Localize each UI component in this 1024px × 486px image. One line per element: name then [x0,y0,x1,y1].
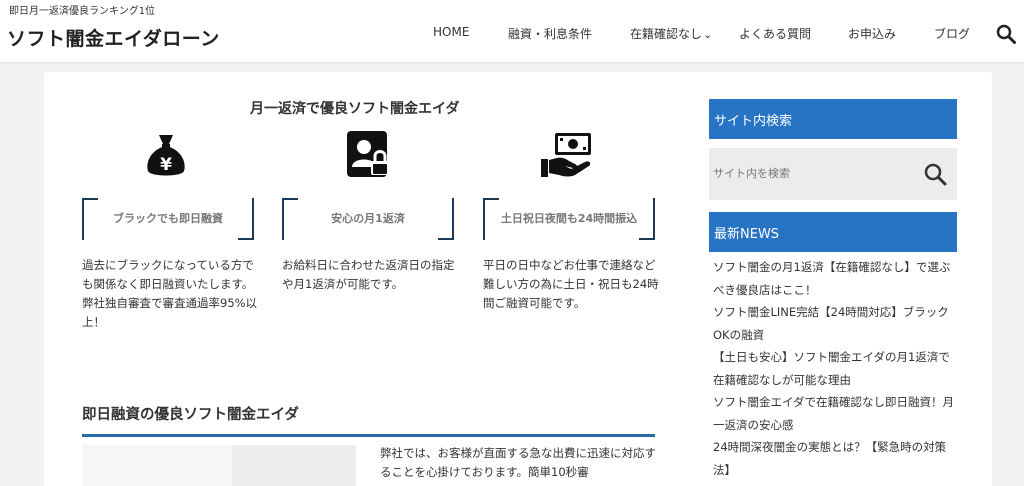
svg-text:¥: ¥ [160,155,172,175]
news-item[interactable]: ソフト闇金の月1返済【在籍確認なし】で選ぶべき優良店はここ！ [713,256,958,301]
sidebar-search-title: サイト内検索 [709,99,957,139]
feature-title-2: 安心の月1返済 [331,212,405,225]
section2-title: 即日融資の優良ソフト闇金エイダ [82,407,299,423]
feature-desc-3: 平日の日中などお仕事で連絡など難しい方の為に土日・祝日も24時間ご融資可能です。 [483,258,659,310]
feature-desc-2: お給料日に合わせた返済日の指定や月1返済が可能です。 [282,258,455,291]
news-list: ソフト闇金の月1返済【在籍確認なし】で選ぶべき優良店はここ！ ソフト闇金LINE… [713,256,958,481]
section2-image [82,445,356,486]
feature-box-2: 安心の月1返済 [282,198,454,240]
site-tagline: 即日月一返済優良ランキング1位 [9,6,156,17]
news-item[interactable]: 24時間深夜闇金の実態とは？【緊急時の対策法】 [713,436,958,481]
nav-loan-terms[interactable]: 融資・利息条件 [508,25,592,42]
search-icon[interactable] [996,24,1016,44]
feature-desc-1: 過去にブラックになっている方でも関係なく即日融資いたします。弊社独自審査で審査通… [82,258,258,329]
feature-title-1: ブラックでも即日融資 [113,212,223,225]
search-icon[interactable] [923,162,947,186]
news-item[interactable]: 【土日も安心】ソフト闇金エイダの月1返済で在籍確認なしが可能な理由 [713,346,958,391]
hand-money-icon [541,131,591,179]
nav-apply[interactable]: お申込み [848,25,896,42]
section2-body-text: 弊社では、お客様が直面する急な出費に迅速に対応することを心掛けております。簡単1… [380,446,656,479]
news-item[interactable]: ソフト闇金エイダで在籍確認なし即日融資！月一返済の安心感 [713,391,958,436]
nav-no-employment-check-label: 在籍確認なし [630,27,703,41]
nav-no-employment-check[interactable]: 在籍確認なし⌄ [630,25,712,42]
feature-box-3: 土日祝日夜間も24時間振込 [483,198,655,240]
search-placeholder: サイト内を検索 [713,167,790,180]
id-card-lock-icon [345,131,393,179]
feature-title-3: 土日祝日夜間も24時間振込 [500,212,638,225]
site-title[interactable]: ソフト闇金エイダローン [7,24,220,51]
sidebar-news-title: 最新NEWS [709,212,957,252]
nav-home[interactable]: HOME [433,25,469,39]
chevron-down-icon: ⌄ [703,28,713,41]
money-bag-yen-icon: ¥ [142,131,190,179]
site-header: 即日月一返済優良ランキング1位 ソフト闇金エイダローン HOME 融資・利息条件… [0,0,1024,62]
feature-box-1: ブラックでも即日融資 [82,198,254,240]
sidebar-search-input[interactable]: サイト内を検索 [709,148,957,200]
nav-blog[interactable]: ブログ [934,25,970,42]
section-heading: 月一返済で優良ソフト闇金エイダ [250,101,460,117]
news-item[interactable]: ソフト闇金LINE完結【24時間対応】ブラックOKの融資 [713,301,958,346]
section2-divider [82,434,655,437]
nav-faq[interactable]: よくある質問 [739,25,811,42]
